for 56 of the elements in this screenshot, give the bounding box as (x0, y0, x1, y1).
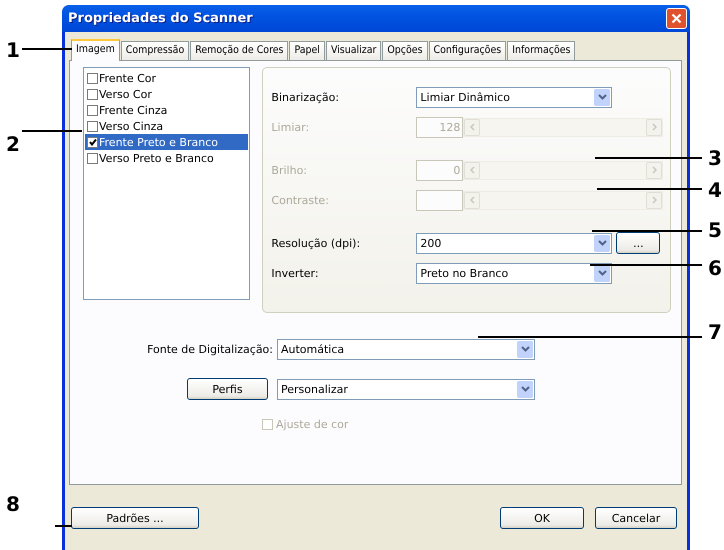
list-item[interactable]: Frente Cor (85, 70, 248, 86)
tab[interactable]: Configurações (428, 41, 506, 60)
leader-line (55, 525, 72, 527)
dropdown[interactable]: Limiar Dinâmico (416, 86, 612, 108)
field-label: Fonte de Digitalização: (147, 342, 273, 356)
field-label: Binarização: (271, 90, 340, 104)
checkbox[interactable] (87, 72, 98, 84)
callout-number: 6 (708, 256, 722, 280)
field-label: Brilho: (271, 164, 308, 176)
callout-number: 5 (708, 218, 722, 242)
tab[interactable]: Remoção de Cores (190, 41, 288, 60)
callout-number: 8 (6, 492, 20, 516)
list-item[interactable]: Verso Cinza (85, 118, 248, 134)
tab[interactable]: Imagem (71, 39, 120, 61)
list-item[interactable]: Frente Cinza (85, 102, 248, 118)
dropdown[interactable]: Personalizar (277, 378, 535, 400)
close-button[interactable] (666, 8, 687, 29)
more-button[interactable]: ... (616, 232, 660, 254)
cancel-button[interactable]: Cancelar (595, 507, 677, 529)
checkbox[interactable] (87, 88, 98, 100)
dropdown[interactable]: Automática (277, 338, 535, 360)
callout-number: 7 (708, 320, 722, 344)
list-item[interactable]: Verso Preto e Branco (85, 150, 248, 166)
callout-number: 3 (708, 146, 722, 170)
tab[interactable]: Informações (507, 41, 576, 60)
profiles-button[interactable]: Perfis (187, 378, 268, 400)
checkbox[interactable] (87, 152, 98, 164)
field-label: Contraste: (271, 194, 330, 206)
leader-line (22, 48, 72, 50)
tab[interactable]: Visualizar (326, 41, 382, 60)
checkbox[interactable] (87, 136, 98, 148)
tab[interactable]: Papel (289, 41, 325, 60)
field-label: Resolução (dpi): (271, 236, 362, 250)
tab[interactable]: Compressão (120, 41, 190, 60)
checkbox-label: Ajuste de cor (276, 418, 348, 431)
dropdown[interactable]: 200 (416, 232, 612, 254)
checkbox[interactable] (87, 120, 98, 132)
checkbox[interactable] (87, 104, 98, 116)
close-icon (671, 13, 682, 24)
list-item[interactable]: Verso Cor (85, 86, 248, 102)
callout-number: 1 (6, 38, 20, 62)
scrollbar[interactable] (463, 118, 664, 136)
field-label: Limiar: (271, 120, 310, 134)
defaults-button[interactable]: Padrões ... (71, 507, 199, 529)
window-title: Propriedades do Scanner (68, 11, 253, 26)
field-label: Inverter: (271, 266, 320, 280)
leader-line (22, 130, 82, 132)
tab[interactable]: Opções (382, 41, 428, 60)
callout-number: 4 (708, 178, 722, 202)
value-field[interactable] (416, 190, 464, 210)
list-item[interactable]: Frente Preto e Branco (85, 134, 248, 150)
ok-button[interactable]: OK (500, 507, 584, 529)
dropdown[interactable]: Preto no Branco (416, 262, 612, 284)
scrollbar[interactable] (463, 190, 664, 210)
scrollbar[interactable] (463, 160, 664, 180)
callout-number: 2 (6, 132, 20, 156)
